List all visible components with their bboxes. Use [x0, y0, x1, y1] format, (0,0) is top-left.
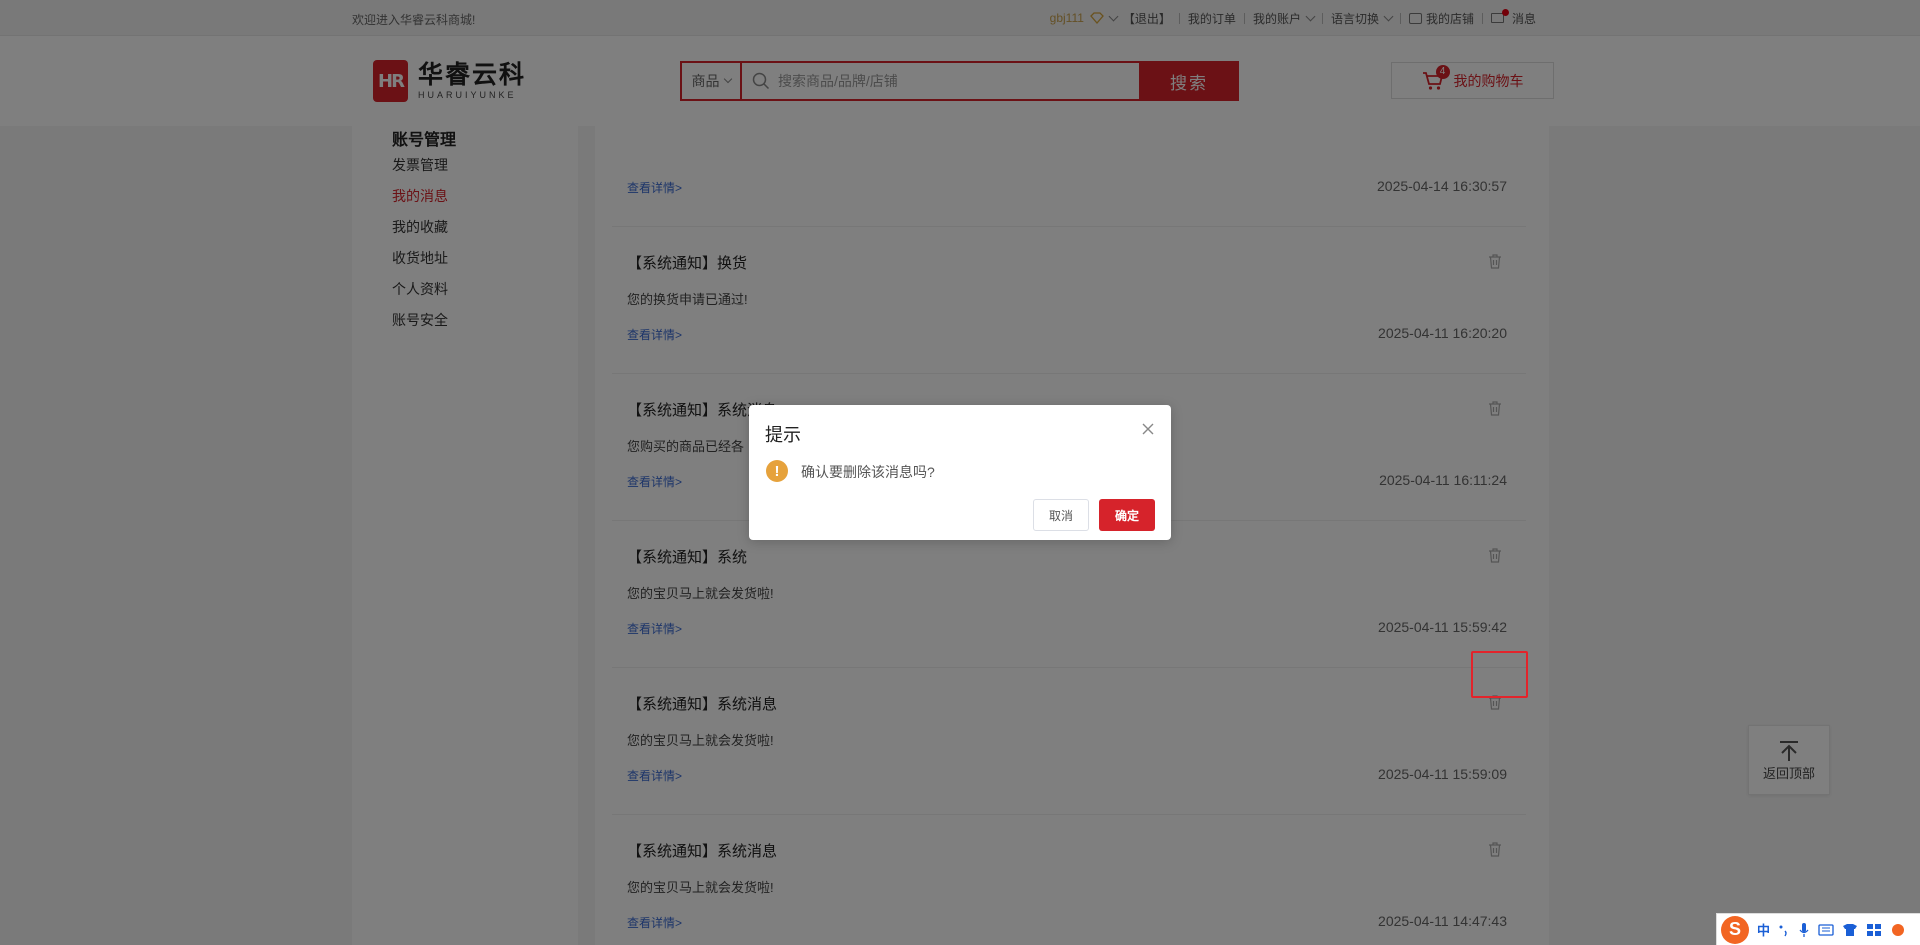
ime-toolbar: S 中	[1716, 913, 1920, 945]
ime-logo[interactable]: S	[1721, 915, 1749, 944]
ime-mascot-icon[interactable]	[1890, 923, 1906, 937]
ime-mic-icon[interactable]	[1798, 922, 1810, 938]
close-icon[interactable]	[1141, 422, 1155, 436]
ime-keyboard-icon[interactable]	[1818, 923, 1834, 936]
dialog-message: 确认要删除该消息吗?	[801, 464, 935, 480]
ime-punctuation-icon[interactable]	[1778, 923, 1790, 937]
cancel-button[interactable]: 取消	[1033, 499, 1089, 531]
ime-toolbox-icon[interactable]	[1866, 923, 1882, 937]
dialog-title: 提示	[765, 425, 801, 445]
ime-skin-icon[interactable]	[1842, 923, 1858, 937]
ime-language-toggle[interactable]: 中	[1757, 920, 1770, 939]
confirm-button[interactable]: 确定	[1099, 499, 1155, 531]
highlighted-delete-target	[1471, 651, 1528, 698]
confirm-dialog: 提示 ! 确认要删除该消息吗? 取消 确定	[749, 405, 1171, 540]
warning-icon: !	[766, 460, 788, 482]
